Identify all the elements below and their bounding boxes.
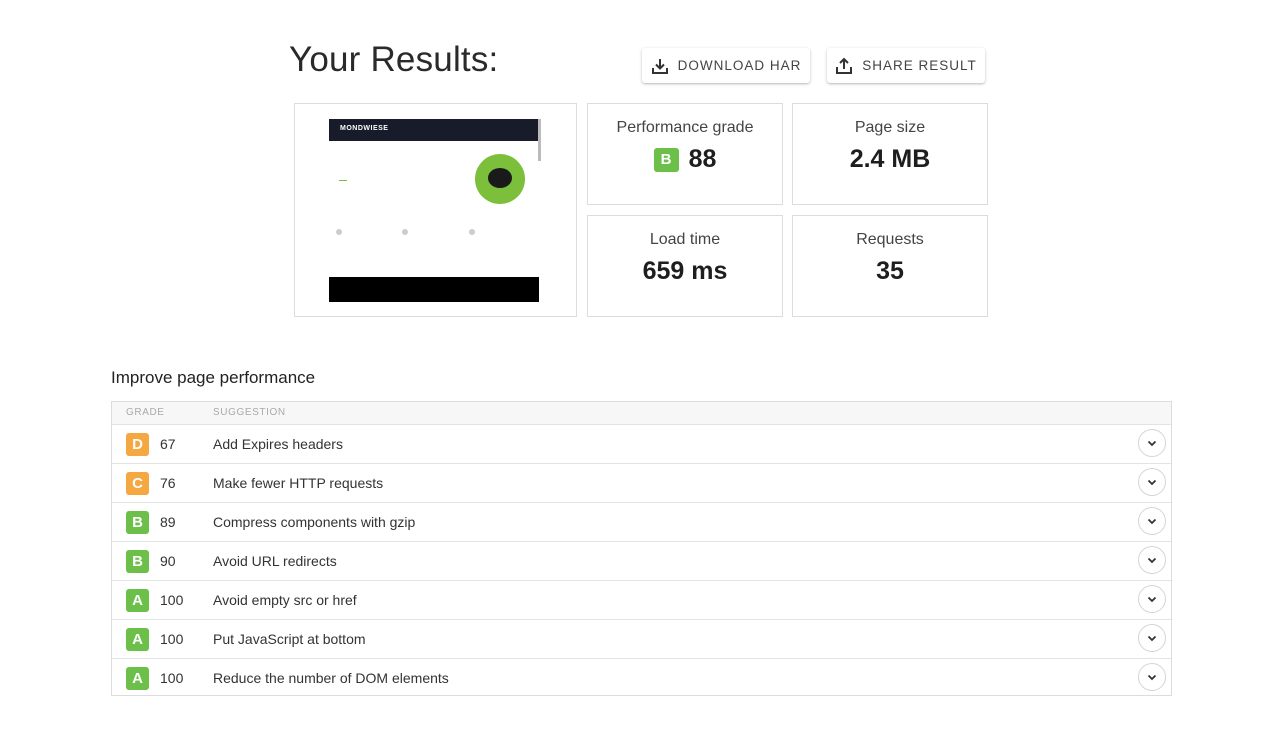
chevron-down-icon: [1147, 479, 1157, 486]
table-row[interactable]: B 89 Compress components with gzip: [112, 503, 1171, 542]
score-value: 67: [160, 436, 176, 452]
page-title: Your Results:: [289, 40, 499, 79]
score-value: 90: [160, 553, 176, 569]
expand-row-button[interactable]: [1138, 429, 1166, 457]
suggestions-table: GRADE SUGGESTION D 67 Add Expires headers C…: [111, 401, 1172, 696]
suggestion-text: Avoid URL redirects: [213, 553, 337, 569]
expand-row-button[interactable]: [1138, 585, 1166, 613]
grade-badge: A: [126, 589, 149, 612]
grade-badge: D: [126, 433, 149, 456]
table-header: GRADE SUGGESTION: [112, 402, 1171, 425]
chevron-down-icon: [1147, 635, 1157, 642]
expand-row-button[interactable]: [1138, 546, 1166, 574]
suggestion-text: Compress components with gzip: [213, 514, 416, 530]
chevron-down-icon: [1147, 440, 1157, 447]
load-time-label: Load time: [649, 231, 721, 248]
download-icon: [651, 58, 668, 74]
score-value: 76: [160, 475, 176, 491]
grade-badge: C: [126, 472, 149, 495]
page-screenshot-card: MONDWIESE: [294, 103, 577, 317]
expand-row-button[interactable]: [1138, 663, 1166, 691]
page-size-card: Page size 2.4 MB: [792, 103, 988, 205]
table-row[interactable]: B 90 Avoid URL redirects: [112, 542, 1171, 581]
suggestion-text: Make fewer HTTP requests: [213, 475, 384, 491]
grade-column-header: GRADE: [126, 407, 165, 418]
share-result-label: SHARE RESULT: [862, 58, 977, 73]
table-row[interactable]: C 76 Make fewer HTTP requests: [112, 464, 1171, 503]
grade-badge: B: [126, 550, 149, 573]
page-size-value: 2.4 MB: [849, 145, 931, 173]
requests-value: 35: [876, 257, 904, 285]
load-time-card: Load time 659 ms: [587, 215, 783, 317]
grade-badge: B: [653, 147, 679, 172]
score-value: 100: [160, 592, 184, 608]
suggestion-text: Avoid empty src or href: [213, 592, 357, 608]
score-value: 100: [160, 670, 184, 686]
load-time-value: 659 ms: [642, 257, 728, 285]
table-row[interactable]: A 100 Avoid empty src or href: [112, 581, 1171, 620]
chevron-down-icon: [1147, 674, 1157, 681]
expand-row-button[interactable]: [1138, 507, 1166, 535]
page-size-label: Page size: [854, 119, 926, 136]
performance-grade-card: Performance grade B 88: [587, 103, 783, 205]
expand-row-button[interactable]: [1138, 624, 1166, 652]
grade-badge: A: [126, 667, 149, 690]
download-har-label: DOWNLOAD HAR: [677, 58, 802, 73]
table-row[interactable]: A 100 Put JavaScript at bottom: [112, 620, 1171, 659]
suggestion-text: Add Expires headers: [213, 436, 343, 452]
score-value: 89: [160, 514, 176, 530]
performance-grade-label: Performance grade: [616, 119, 754, 136]
share-icon: [836, 57, 853, 74]
table-row[interactable]: A 100 Reduce the number of DOM elements: [112, 659, 1171, 696]
improve-section-title: Improve page performance: [111, 368, 316, 387]
suggestion-column-header: SUGGESTION: [213, 407, 286, 418]
performance-grade-value: 88: [688, 145, 717, 173]
expand-row-button[interactable]: [1138, 468, 1166, 496]
grade-badge: A: [126, 628, 149, 651]
chevron-down-icon: [1147, 518, 1157, 525]
download-har-button[interactable]: DOWNLOAD HAR: [642, 48, 810, 83]
requests-label: Requests: [856, 231, 924, 248]
requests-card: Requests 35: [792, 215, 988, 317]
mascot-logo-icon: [475, 154, 525, 204]
page-screenshot: MONDWIESE: [329, 119, 541, 302]
grade-badge: B: [126, 511, 149, 534]
table-row[interactable]: D 67 Add Expires headers: [112, 425, 1171, 464]
chevron-down-icon: [1147, 557, 1157, 564]
share-result-button[interactable]: SHARE RESULT: [827, 48, 985, 83]
suggestion-text: Reduce the number of DOM elements: [213, 670, 449, 686]
suggestion-text: Put JavaScript at bottom: [213, 631, 366, 647]
site-logo: MONDWIESE: [340, 125, 389, 132]
score-value: 100: [160, 631, 184, 647]
chevron-down-icon: [1147, 596, 1157, 603]
